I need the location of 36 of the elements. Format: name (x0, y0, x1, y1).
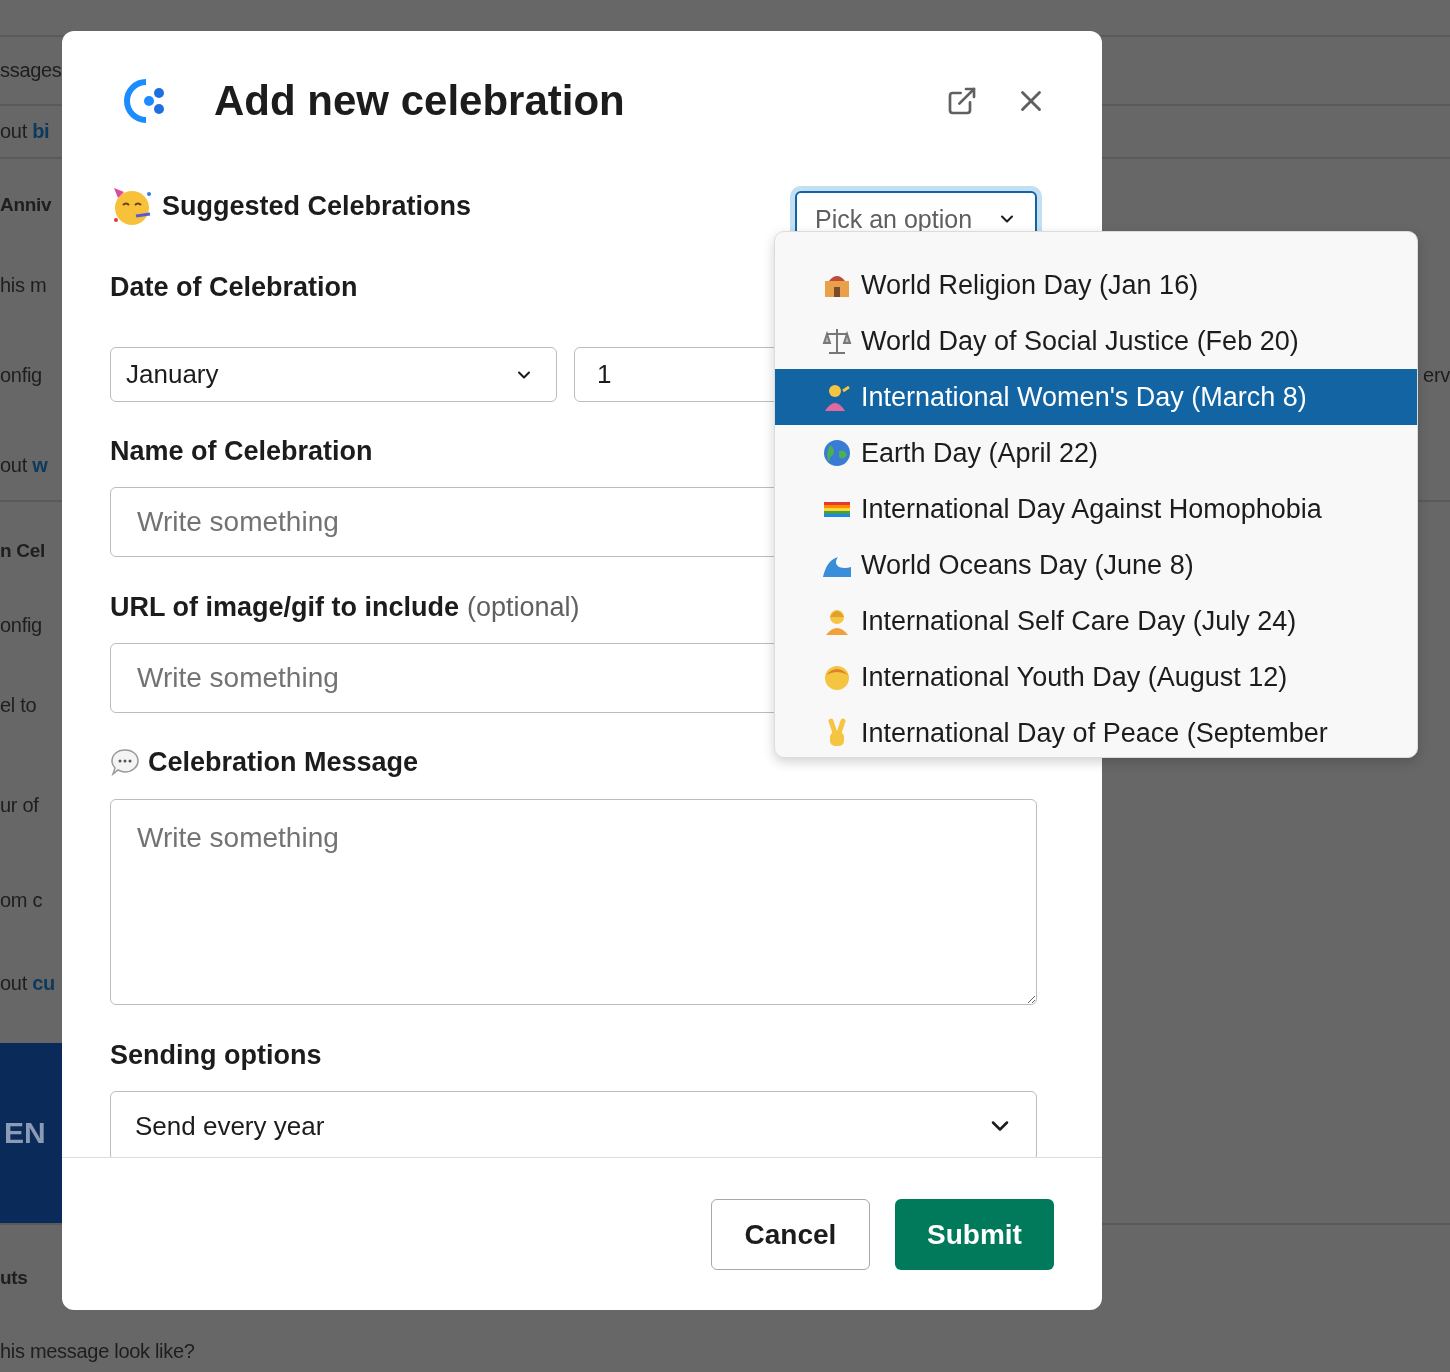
banner-text: EN (4, 1116, 46, 1150)
field-label: Suggested Celebrations (162, 190, 472, 223)
field-label: Name of Celebration (110, 435, 373, 468)
description-text: out bi (0, 120, 50, 143)
description-text: onfig (0, 613, 42, 637)
external-link-icon[interactable] (946, 85, 978, 117)
speech-bubble-icon (110, 747, 140, 777)
description-text: his message look like? (0, 1339, 195, 1363)
description-text: his m (0, 273, 47, 297)
dropdown-option[interactable]: Earth Day (April 22) (775, 425, 1417, 481)
description-text: ssages (0, 59, 62, 82)
cancel-button[interactable]: Cancel (711, 1199, 870, 1270)
logo-icon (124, 77, 166, 125)
description-text: out w (0, 453, 48, 477)
dialog-title: Add new celebration (214, 77, 626, 125)
description-text: out cu (0, 972, 55, 995)
description-text: el to (0, 693, 37, 717)
field-label: Date of Celebration (110, 271, 358, 304)
field-label: Sending options (110, 1039, 322, 1072)
dropdown-option[interactable]: World Religion Day (Jan 16) (775, 257, 1417, 313)
optional-note: (optional) (467, 591, 580, 624)
field-label: URL of image/gif to include (110, 591, 459, 624)
sending-select[interactable]: Send every year (110, 1091, 1037, 1157)
message-field[interactable]: Write something (110, 799, 1037, 1005)
submit-button[interactable]: Submit (895, 1199, 1054, 1270)
dropdown-option[interactable]: International Women's Day (March 8) (775, 369, 1417, 425)
description-text: ur of (0, 793, 39, 817)
month-select[interactable]: January (110, 347, 557, 402)
description-text: om c (0, 888, 43, 912)
description-text: onfig (0, 363, 42, 387)
section-heading: n Cel (0, 540, 45, 562)
field-label: Celebration Message (148, 746, 419, 779)
globe-icon (821, 437, 853, 469)
section-heading: uts (0, 1266, 28, 1289)
description-text: erv (1423, 363, 1450, 387)
section-heading: Anniv (0, 193, 52, 216)
